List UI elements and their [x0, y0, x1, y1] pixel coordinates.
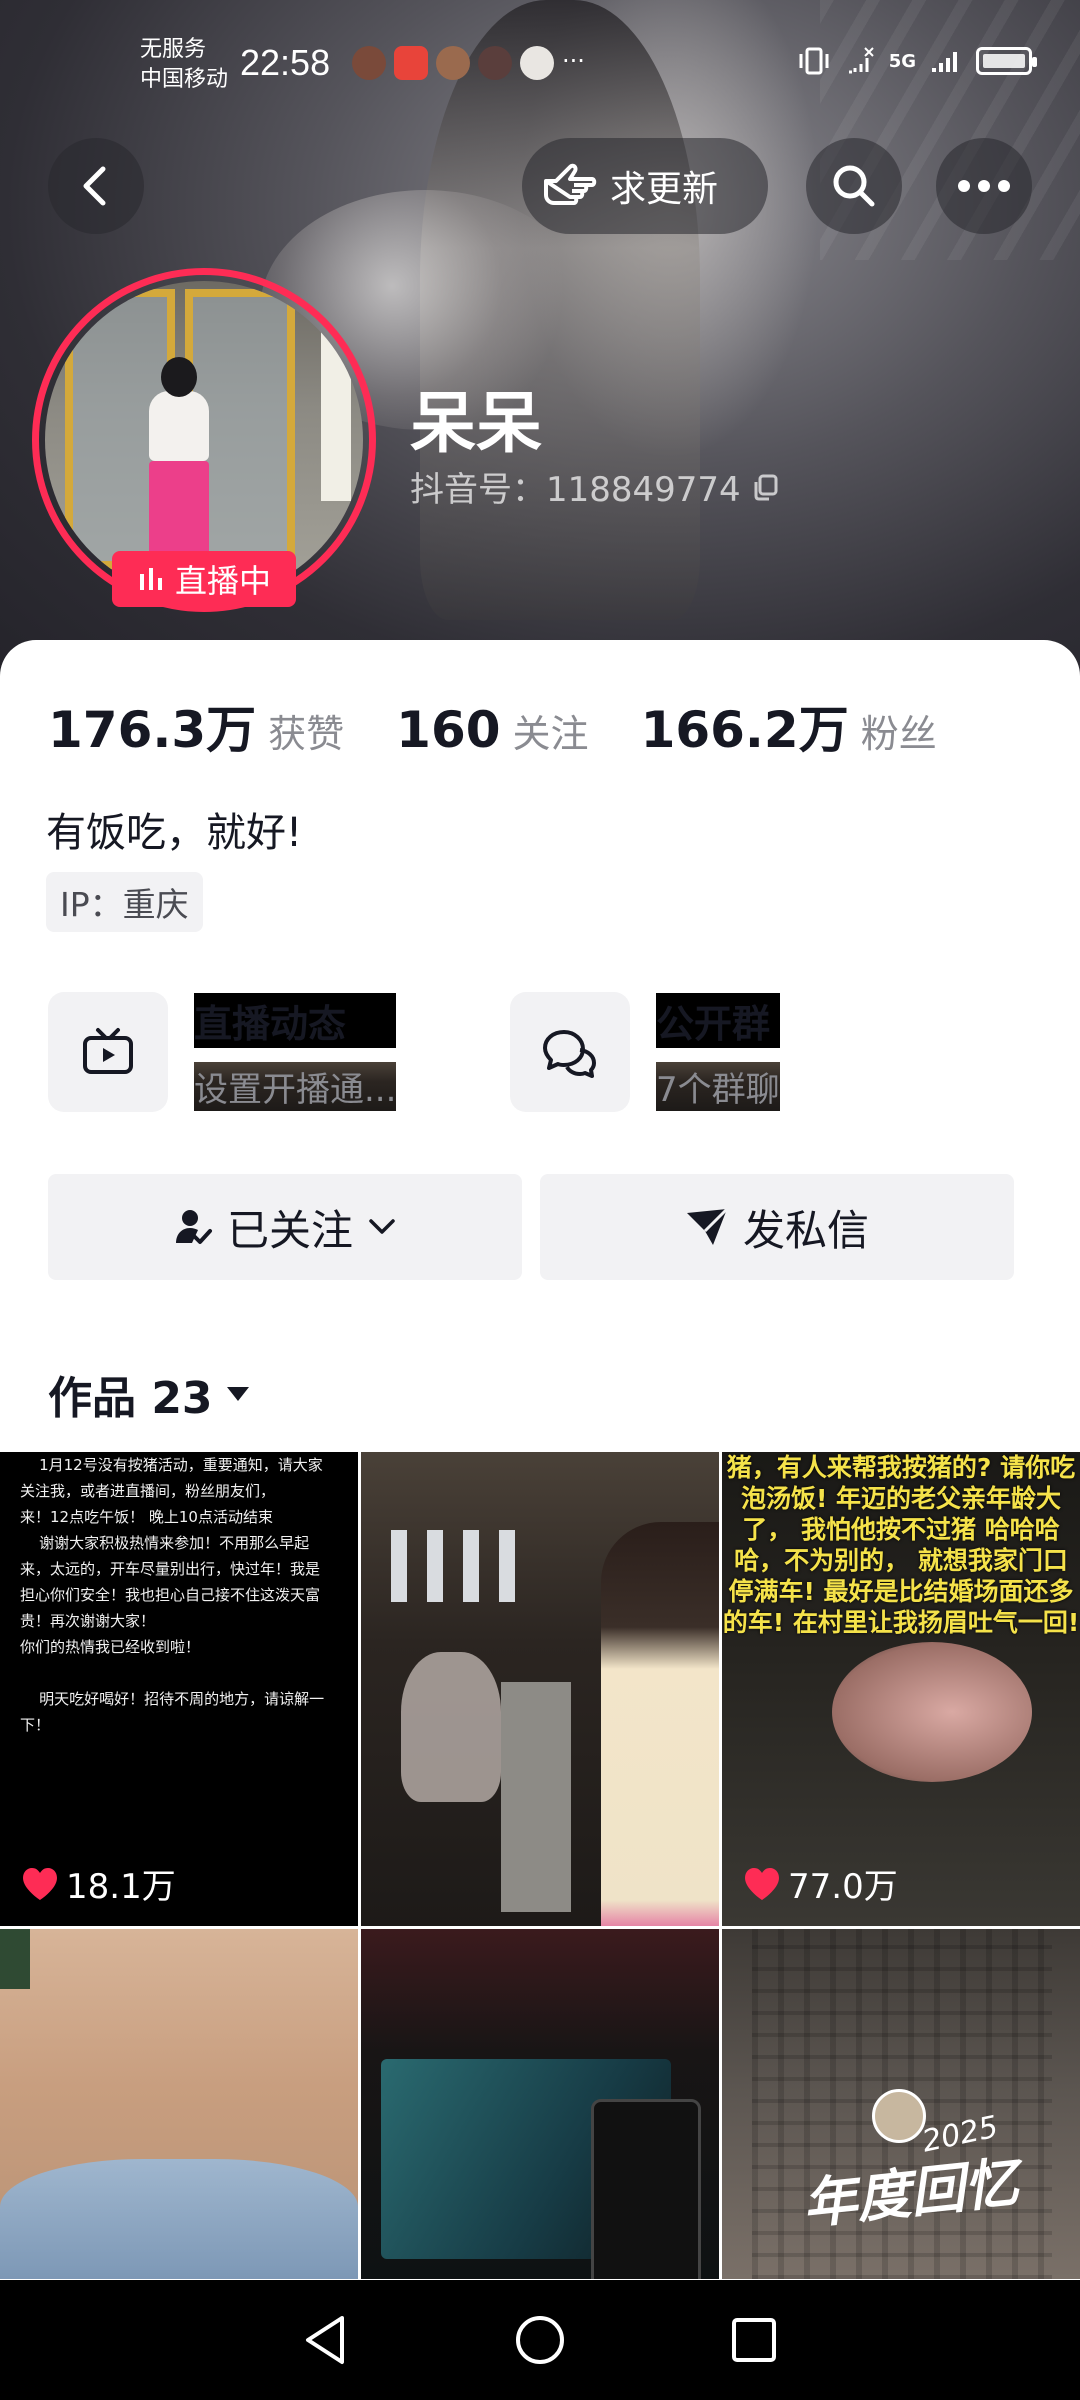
- notification-avatar-icon: [352, 46, 386, 80]
- followers-count[interactable]: 166.2万: [641, 690, 849, 762]
- video-tile[interactable]: 1月12号没有按猪活动，重要通知，请大家 关注我，或者进直播间，粉丝朋友们， 来…: [0, 1452, 358, 1926]
- live-bars-icon: [139, 568, 162, 590]
- network-type: 5G: [888, 50, 916, 72]
- tab-works[interactable]: 作品 23: [48, 1362, 251, 1426]
- carrier-line-2: 中国移动: [140, 66, 229, 91]
- stats-row: 176.3万 获赞 160 关注 166.2万 粉丝: [48, 690, 989, 762]
- carrier-line-1: 无服务: [140, 36, 207, 61]
- status-bar: 无服务 中国移动 22:58 ··· 5G: [0, 0, 1080, 110]
- likes-count-label: 18.1万: [66, 1867, 176, 1907]
- live-updates-title: 直播动态: [194, 993, 397, 1048]
- video-tile[interactable]: 猪，有人来帮我按猪的? 请你吃泡汤饭! 年迈的老父亲年龄大了， 我怕他按不过猪 …: [722, 1452, 1080, 1926]
- send-message-button[interactable]: 发私信: [540, 1174, 1014, 1280]
- chat-icon-box: [510, 992, 630, 1112]
- more-options-button[interactable]: [936, 138, 1032, 234]
- girl-figure: [601, 1522, 719, 1926]
- chevron-down-icon: [369, 1219, 395, 1234]
- vibrate-icon: [799, 47, 829, 75]
- back-button[interactable]: [48, 138, 144, 234]
- likes-label: 获赞: [268, 712, 345, 756]
- video-tile[interactable]: [361, 1929, 719, 2279]
- public-group-entry[interactable]: 公开群 7个群聊: [510, 992, 780, 1112]
- pig-figure: [401, 1652, 501, 1802]
- window-bar: [391, 1530, 407, 1602]
- carrier-info: 无服务 中国移动: [140, 34, 228, 94]
- douyin-id[interactable]: 抖音号：118849774: [410, 462, 781, 511]
- tv-icon: [83, 1028, 133, 1074]
- public-group-subtitle: 7个群聊: [656, 1062, 780, 1111]
- search-button[interactable]: [806, 138, 902, 234]
- notification-avatar-icon: [478, 46, 512, 80]
- notification-avatar-icon: [436, 46, 470, 80]
- user-check-icon: [175, 1210, 212, 1244]
- huawei-app-icon: [394, 46, 428, 80]
- home-circle-icon[interactable]: [514, 2314, 566, 2366]
- phone-figure: [591, 2099, 701, 2279]
- concrete-post: [501, 1682, 571, 1912]
- profile-card: 176.3万 获赞 160 关注 166.2万 粉丝 有饭吃，就好! IP：重庆…: [0, 640, 1080, 2280]
- window-bar: [427, 1530, 443, 1602]
- video-overlay-text: 猪，有人来帮我按猪的? 请你吃泡汤饭! 年迈的老父亲年龄大了， 我怕他按不过猪 …: [722, 1453, 1080, 1637]
- send-message-label: 发私信: [742, 1205, 869, 1255]
- works-tab-label: 作品 23: [48, 1373, 213, 1424]
- works-grid: 1月12号没有按猪活动，重要通知，请大家 关注我，或者进直播间，粉丝朋友们， 来…: [0, 1452, 1080, 2279]
- live-updates-entry[interactable]: 直播动态 设置开播通...: [48, 992, 397, 1112]
- public-group-title: 公开群: [656, 993, 780, 1048]
- video-caption-text: 1月12号没有按猪活动，重要通知，请大家 关注我，或者进直播间，粉丝朋友们， 来…: [20, 1456, 325, 1734]
- live-badge-label: 直播中: [174, 562, 271, 600]
- bottle: [0, 1929, 30, 1989]
- following-count[interactable]: 160: [396, 701, 500, 759]
- clock: 22:58: [240, 42, 331, 83]
- more-notifications-icon: ···: [562, 47, 585, 75]
- pig-figure: [832, 1642, 1032, 1782]
- following-label: 关注: [512, 712, 589, 756]
- recents-square-icon[interactable]: [730, 2316, 778, 2364]
- send-plane-icon: [686, 1207, 729, 1245]
- chevron-left-icon: [83, 166, 106, 206]
- caret-down-icon: [226, 1387, 249, 1401]
- jeans-figure: [0, 2159, 358, 2279]
- live-badge[interactable]: 直播中: [112, 551, 296, 607]
- following-button[interactable]: 已关注: [48, 1174, 522, 1280]
- more-dots-icon: [958, 180, 1010, 192]
- following-button-label: 已关注: [226, 1205, 353, 1255]
- notification-avatar-icon: [520, 46, 554, 80]
- likes-count[interactable]: 176.3万: [48, 690, 256, 762]
- bio: 有饭吃，就好!: [46, 810, 303, 856]
- live-updates-subtitle: 设置开播通...: [194, 1062, 397, 1111]
- search-icon: [833, 165, 875, 207]
- back-triangle-icon[interactable]: [302, 2314, 350, 2366]
- likes-count-label: 77.0万: [788, 1867, 898, 1907]
- video-tile[interactable]: [0, 1929, 358, 2279]
- request-update-button[interactable]: 求更新: [522, 138, 768, 234]
- signal-icon: [932, 52, 957, 72]
- window-bar: [463, 1530, 479, 1602]
- pointing-hand-icon: [544, 163, 597, 205]
- window-bar: [499, 1530, 515, 1602]
- video-tile[interactable]: [361, 1452, 719, 1926]
- system-navigation-bar: [0, 2280, 1080, 2400]
- heart-icon: [745, 1867, 779, 1900]
- video-likes: 77.0万: [742, 1859, 898, 1908]
- profile-name: 呆呆: [410, 385, 542, 462]
- recap-avatar: [872, 2089, 926, 2143]
- heart-icon: [23, 1867, 57, 1900]
- request-update-label: 求更新: [610, 169, 719, 210]
- system-indicators: 5G: [797, 46, 1037, 76]
- followers-label: 粉丝: [860, 712, 937, 756]
- battery-icon: [976, 47, 1037, 75]
- video-tile[interactable]: 2025 年度回忆: [722, 1929, 1080, 2279]
- douyin-id-text: 抖音号：118849774: [410, 470, 741, 510]
- video-likes: 18.1万: [20, 1859, 176, 1908]
- chat-bubbles-icon: [543, 1030, 596, 1078]
- no-signal-icon: [848, 47, 874, 74]
- tv-icon-box: [48, 992, 168, 1112]
- notification-icons: ···: [352, 46, 585, 80]
- copy-icon[interactable]: [751, 472, 781, 502]
- ip-location: IP：重庆: [46, 872, 203, 932]
- avatar-sign: [321, 321, 351, 501]
